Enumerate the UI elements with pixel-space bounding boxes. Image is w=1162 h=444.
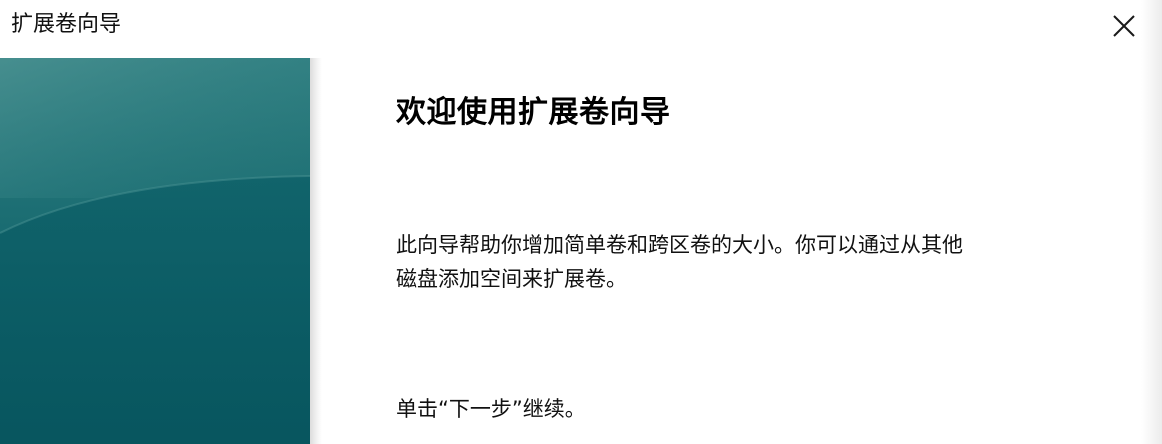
banner-divider	[310, 58, 322, 444]
wizard-description: 此向导帮助你增加简单卷和跨区卷的大小。你可以通过从其他 磁盘添加空间来扩展卷。	[396, 228, 1096, 296]
wizard-banner-image	[0, 58, 310, 444]
close-icon	[1113, 15, 1135, 37]
description-line-1: 此向导帮助你增加简单卷和跨区卷的大小。你可以通过从其他	[396, 233, 963, 257]
title-bar: 扩展卷向导	[0, 0, 1162, 52]
extend-volume-wizard-window: 扩展卷向导 欢迎使用扩展卷向导 此向导帮助你增加简单卷和跨区卷的大小。你可以通过…	[0, 0, 1162, 444]
window-right-edge	[1141, 0, 1162, 444]
continue-hint: 单击“下一步”继续。	[396, 397, 586, 421]
description-line-2: 磁盘添加空间来扩展卷。	[396, 267, 627, 291]
window-title: 扩展卷向导	[11, 12, 122, 37]
welcome-heading: 欢迎使用扩展卷向导	[396, 95, 671, 130]
close-button[interactable]	[1102, 4, 1146, 48]
